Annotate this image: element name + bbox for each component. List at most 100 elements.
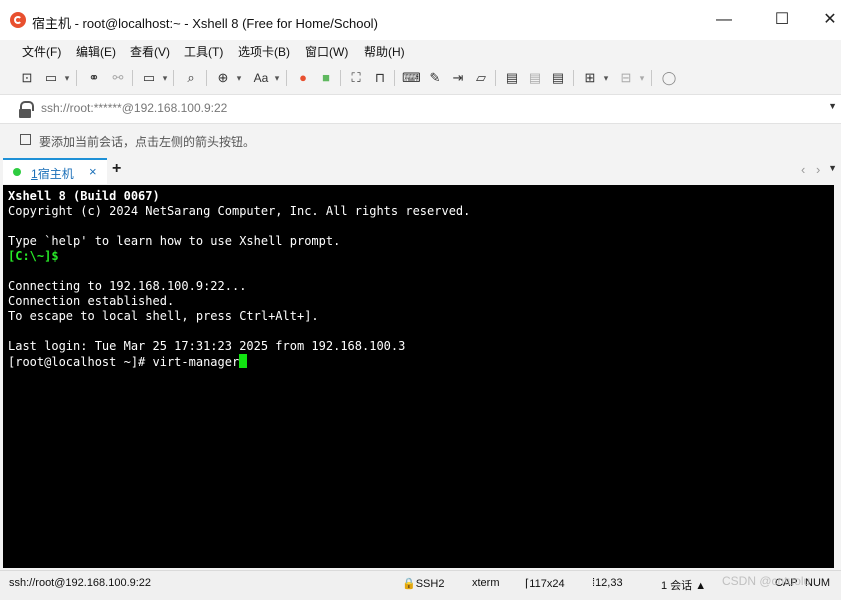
- toolbar: ⊡ ▭ ▾ ⚭ ⚯ ▭ ▾ ⌕ ⊕ ▾ Aa ▾ ● ■ ⛶ ⊓ ⌨ ✎ ⇥ ▱…: [0, 64, 841, 92]
- terminal-prompt-line[interactable]: [root@localhost ~]# virt-manager: [8, 354, 470, 370]
- chevron-left-icon[interactable]: ‹: [801, 162, 805, 177]
- fullscreen-icon[interactable]: ⛶: [347, 69, 365, 87]
- window-title: 宿主机 - root@localhost:~ - Xshell 8 (Free …: [32, 16, 378, 31]
- close-button[interactable]: ✕: [818, 8, 841, 32]
- hint-text: 要添加当前会话，点击左侧的箭头按钮。: [39, 135, 256, 149]
- terminal-command: [root@localhost ~]# virt-manager: [8, 355, 240, 369]
- minimize-button[interactable]: —: [712, 8, 736, 32]
- new-window-icon[interactable]: ▭: [140, 69, 158, 87]
- globe-icon[interactable]: ⊕: [214, 69, 232, 87]
- status-bar: ssh://root@192.168.100.9:22 🔒SSH2 xterm …: [0, 570, 841, 600]
- status-address: ssh://root@192.168.100.9:22: [9, 577, 152, 589]
- notes-icon[interactable]: ▤: [549, 69, 567, 87]
- terminal-scrollbar[interactable]: [834, 185, 841, 568]
- toolbar-divider: [132, 70, 133, 86]
- menu-window[interactable]: 窗口(W): [305, 43, 348, 60]
- chevron-down-icon[interactable]: ▾: [235, 69, 243, 87]
- layout-icon[interactable]: ⊟: [617, 69, 635, 87]
- status-cursor-pos: ⁞12,33: [592, 577, 623, 589]
- terminal-line: Last login: Tue Mar 25 17:31:23 2025 fro…: [8, 339, 406, 353]
- chevron-down-icon[interactable]: ▾: [63, 69, 71, 87]
- tab-name: 宿主机: [37, 167, 74, 181]
- chat-icon[interactable]: ◯: [660, 69, 678, 87]
- lock-icon: [19, 101, 34, 118]
- tab-bar: 1宿主机 × + ‹ › ▼: [0, 158, 841, 184]
- connected-status-icon: [13, 168, 21, 176]
- toolbar-divider: [495, 70, 496, 86]
- chevron-down-icon[interactable]: ▼: [828, 163, 837, 173]
- terminal-line: Xshell 8 (Build 0067): [8, 189, 160, 203]
- terminal-line: Type `help' to learn how to use Xshell p…: [8, 234, 341, 248]
- status-terminal-type: xterm: [472, 577, 500, 589]
- protocol-label: SSH2: [415, 578, 445, 590]
- script-icon[interactable]: ▱: [472, 69, 490, 87]
- new-session-icon[interactable]: ⊡: [18, 69, 36, 87]
- connect-icon[interactable]: ⚭: [85, 69, 103, 87]
- toolbar-divider: [173, 70, 174, 86]
- toolbar-divider: [651, 70, 652, 86]
- disconnect-icon[interactable]: ⚯: [109, 69, 127, 87]
- arrow-up-icon: ▲: [695, 580, 707, 592]
- open-folder-icon[interactable]: ▭: [42, 69, 60, 87]
- status-size: ⌈117x24: [525, 577, 565, 590]
- xshell-window: 宿主机 - root@localhost:~ - Xshell 8 (Free …: [0, 0, 841, 600]
- keyboard-icon[interactable]: ⌨: [402, 69, 421, 87]
- menu-edit[interactable]: 编辑(E): [76, 43, 116, 60]
- lock-icon[interactable]: ⊓: [371, 69, 389, 87]
- menu-tools[interactable]: 工具(T): [184, 43, 223, 60]
- size-label: 117x24: [529, 578, 565, 590]
- terminal-line: [C:\~]$: [8, 249, 59, 263]
- terminal-output: Xshell 8 (Build 0067) Copyright (c) 2024 …: [8, 189, 470, 370]
- menu-tabs[interactable]: 选项卡(B): [238, 43, 290, 60]
- terminal-line: Connection established.: [8, 294, 175, 308]
- terminal-cursor: [239, 354, 248, 368]
- xftp-icon[interactable]: ■: [317, 69, 335, 87]
- status-protocol: 🔒SSH2: [402, 577, 444, 590]
- font-icon[interactable]: Aa: [250, 69, 272, 87]
- menu-bar: 文件(F) 编辑(E) 查看(V) 工具(T) 选项卡(B) 窗口(W) 帮助(…: [0, 40, 841, 62]
- compose-icon[interactable]: ✎: [426, 69, 444, 87]
- watermark: CSDN @cntuolu: [722, 574, 811, 588]
- tab-label: 1宿主机: [31, 165, 74, 182]
- maximize-button[interactable]: ☐: [770, 8, 794, 32]
- xshell-icon[interactable]: ●: [294, 69, 312, 87]
- session-hint-bar: 要添加当前会话，点击左侧的箭头按钮。: [0, 124, 841, 156]
- transfer-icon[interactable]: ⇥: [449, 69, 467, 87]
- new-tab-button[interactable]: +: [112, 160, 121, 178]
- lock-icon: 🔒: [402, 578, 416, 590]
- toolbar-divider: [340, 70, 341, 86]
- status-sessions[interactable]: 1 会话 ▲: [661, 577, 706, 593]
- toolbar-divider: [394, 70, 395, 86]
- menu-file[interactable]: 文件(F): [22, 43, 61, 60]
- title-bar[interactable]: 宿主机 - root@localhost:~ - Xshell 8 (Free …: [0, 0, 841, 40]
- chevron-down-icon[interactable]: ▼: [828, 101, 837, 111]
- address-input[interactable]: ssh://root:******@192.168.100.9:22: [41, 101, 227, 115]
- toolbar-divider: [286, 70, 287, 86]
- toolbar-divider: [76, 70, 77, 86]
- chevron-down-icon[interactable]: ▾: [273, 69, 281, 87]
- toolbar-divider: [206, 70, 207, 86]
- xshell-logo-icon: [10, 12, 26, 28]
- log-stop-icon[interactable]: ▤: [526, 69, 544, 87]
- chevron-right-icon[interactable]: ›: [816, 162, 820, 177]
- tab-number: 1: [31, 167, 38, 181]
- chevron-down-icon[interactable]: ▾: [161, 69, 169, 87]
- add-session-arrow-icon[interactable]: [20, 134, 31, 145]
- log-icon[interactable]: ▤: [503, 69, 521, 87]
- tab-session-1[interactable]: 1宿主机 ×: [3, 158, 107, 184]
- menu-view[interactable]: 查看(V): [130, 43, 170, 60]
- chevron-down-icon[interactable]: ▾: [602, 69, 610, 87]
- find-icon[interactable]: ⌕: [182, 69, 200, 87]
- menu-help[interactable]: 帮助(H): [364, 43, 405, 60]
- terminal-line: Copyright (c) 2024 NetSarang Computer, I…: [8, 204, 471, 218]
- address-bar[interactable]: ssh://root:******@192.168.100.9:22 ▼: [0, 94, 841, 124]
- add-icon[interactable]: ⊞: [581, 69, 599, 87]
- terminal-line: Connecting to 192.168.100.9:22...: [8, 279, 247, 293]
- chevron-down-icon[interactable]: ▾: [638, 69, 646, 87]
- terminal[interactable]: Xshell 8 (Build 0067) Copyright (c) 2024 …: [3, 185, 834, 568]
- tab-close-icon[interactable]: ×: [89, 164, 97, 179]
- toolbar-divider: [573, 70, 574, 86]
